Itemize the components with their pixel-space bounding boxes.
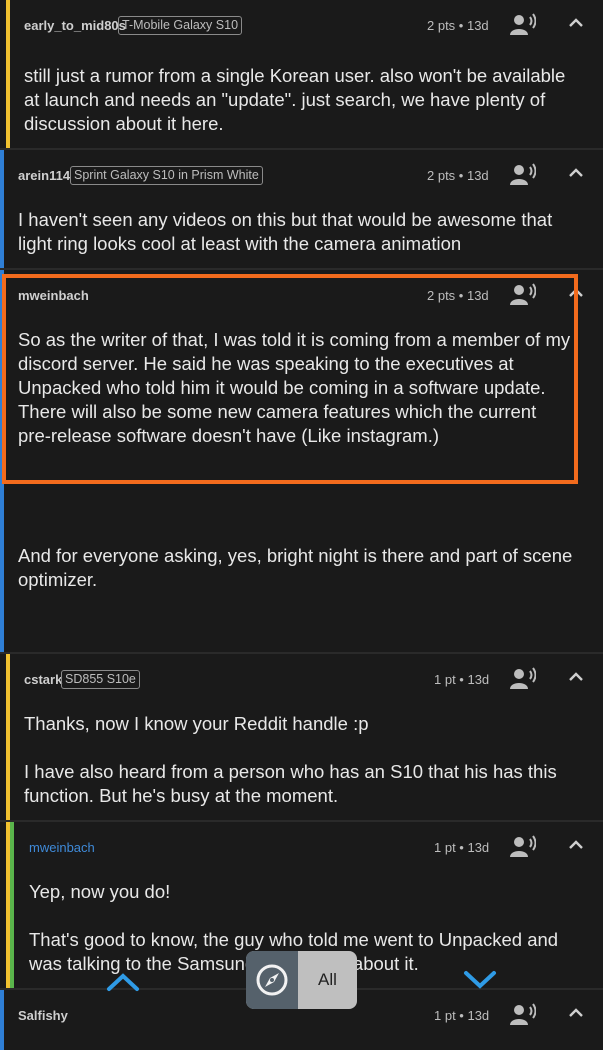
comment-paragraph: Yep, now you do! (29, 881, 171, 902)
comment-meta: 1 pt • 13d (434, 840, 490, 855)
next-comment-button[interactable] (463, 970, 497, 990)
comment-paragraph: Thanks, now I know your Reddit handle :p (24, 713, 369, 734)
chevron-up-icon[interactable] (567, 668, 585, 686)
comment-body: Thanks, now I know your Reddit handle :p (24, 712, 584, 736)
compass-button[interactable] (246, 951, 298, 1009)
comment-author[interactable]: arein114 (18, 168, 70, 183)
comment-author[interactable]: early_to_mid80s (24, 18, 126, 33)
comment-body: I have also heard from a person who has … (24, 760, 584, 808)
user-flair: SD855 S10e (61, 670, 140, 689)
speak-icon[interactable] (510, 1003, 536, 1027)
user-flair: Sprint Galaxy S10 in Prism White (70, 166, 263, 185)
comment-body: still just a rumor from a single Korean … (24, 64, 584, 136)
speak-icon[interactable] (510, 163, 536, 187)
speak-icon[interactable] (510, 835, 536, 859)
comment[interactable]: early_to_mid80s T-Mobile Galaxy S10 2 pt… (0, 0, 603, 150)
chevron-up-icon[interactable] (567, 836, 585, 854)
filter-all-button[interactable]: All (298, 951, 357, 1009)
user-flair: T-Mobile Galaxy S10 (118, 16, 243, 35)
comment-author[interactable]: mweinbach (29, 840, 95, 855)
chevron-up-icon[interactable] (567, 1004, 585, 1022)
comment-body: Yep, now you do! (29, 880, 585, 904)
comment-meta: 1 pt • 13d (434, 1008, 490, 1023)
comment-nav-control[interactable]: All (246, 951, 357, 1009)
previous-comment-button[interactable] (106, 972, 140, 992)
speak-icon[interactable] (510, 667, 536, 691)
comment-body: I haven't seen any videos on this but th… (18, 208, 584, 256)
comment[interactable]: arein114 Sprint Galaxy S10 in Prism Whit… (0, 148, 603, 270)
comment-author[interactable]: Salfishy (18, 1008, 68, 1023)
comment-author[interactable]: cstark (24, 672, 62, 687)
comment-body: And for everyone asking, yes, bright nig… (18, 544, 584, 592)
chevron-up-icon[interactable] (567, 164, 585, 182)
comment-paragraph: still just a rumor from a single Korean … (24, 65, 566, 134)
comment-paragraph: I haven't seen any videos on this but th… (18, 209, 553, 254)
chevron-up-icon[interactable] (567, 14, 585, 32)
speak-icon[interactable] (510, 13, 536, 37)
highlight-box (2, 274, 578, 484)
comment-meta: 2 pts • 13d (427, 168, 489, 183)
comment-meta: 2 pts • 13d (427, 18, 489, 33)
comment-meta: 1 pt • 13d (434, 672, 490, 687)
comment-paragraph: And for everyone asking, yes, bright nig… (18, 545, 573, 590)
comment[interactable]: cstark SD855 S10e 1 pt • 13d Thanks, now… (0, 652, 603, 822)
compass-icon (256, 964, 288, 996)
comment-paragraph: I have also heard from a person who has … (24, 761, 557, 806)
